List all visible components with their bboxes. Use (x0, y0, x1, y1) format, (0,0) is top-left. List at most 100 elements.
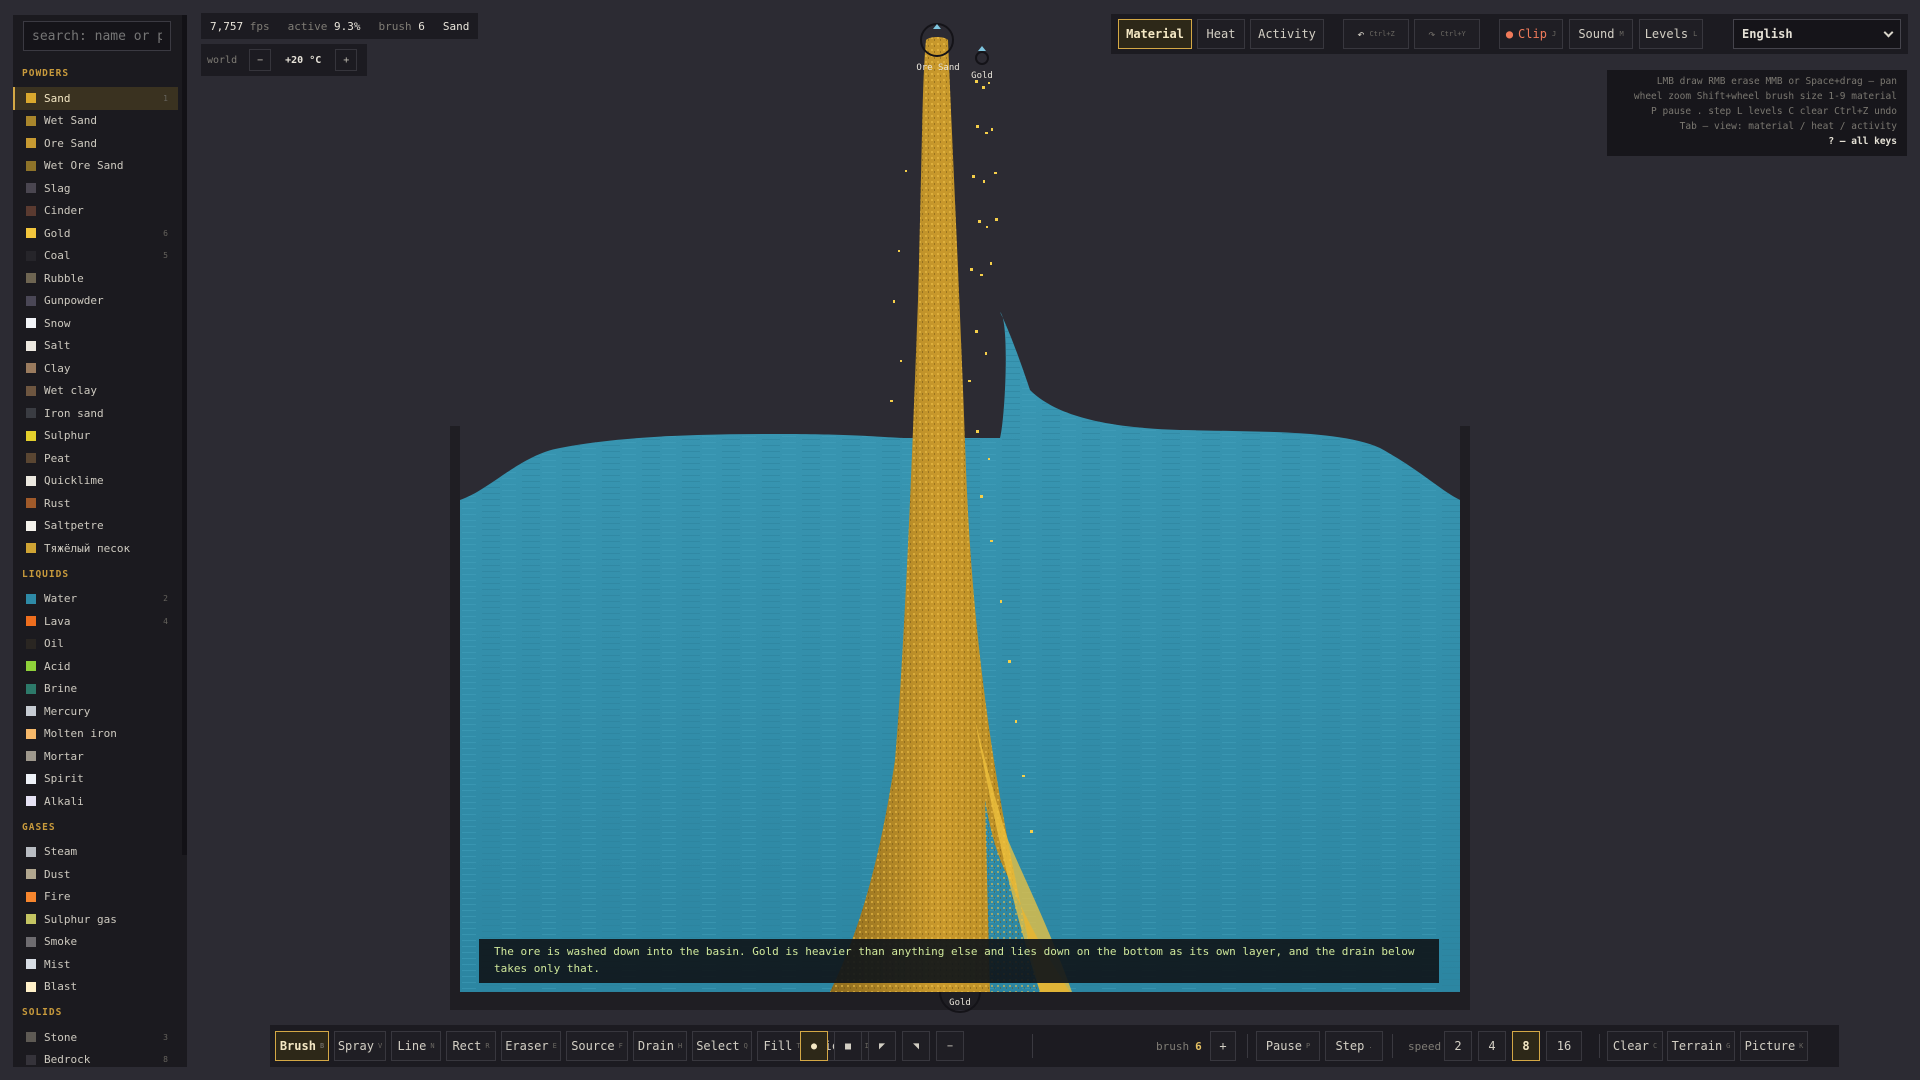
tool-toolbar: Brush B Spray V Line N Rect R Eraser E Source F Drai… (270, 1025, 1839, 1067)
material-name: Тяжёлый песок (44, 541, 131, 555)
material-item[interactable]: Wet Ore Sand (13, 155, 178, 178)
material-name: Smoke (44, 935, 78, 949)
picture-button[interactable]: Picture K (1740, 1031, 1808, 1061)
material-item[interactable]: Steam (13, 841, 178, 864)
clear-button[interactable]: Clear C (1607, 1031, 1663, 1061)
material-item[interactable]: Alkali (13, 790, 178, 813)
square-brush-icon[interactable]: ■ (834, 1031, 862, 1061)
sound-button[interactable]: Sound M (1569, 19, 1633, 49)
material-item[interactable]: Wet clay (13, 380, 178, 403)
material-swatch (26, 543, 36, 554)
tool-hotkey: B (319, 1042, 325, 1050)
water-body (460, 312, 1460, 992)
material-name: Mortar (44, 749, 84, 763)
material-item[interactable]: Ore Sand (13, 132, 178, 155)
step-button[interactable]: Step. (1325, 1031, 1383, 1061)
material-item[interactable]: Wet Sand (13, 110, 178, 133)
simulation-canvas[interactable] (0, 0, 1920, 1080)
view-heat-label: Heat (1206, 27, 1236, 41)
material-item[interactable]: Bedrock 8 (13, 1049, 178, 1068)
material-item[interactable]: Fire (13, 886, 178, 909)
material-item[interactable]: Oil (13, 633, 178, 656)
material-item[interactable]: Peat (13, 447, 178, 470)
material-item[interactable]: Salt (13, 335, 178, 358)
material-item[interactable]: Blast (13, 976, 178, 999)
material-item[interactable]: Molten iron (13, 723, 178, 746)
material-item[interactable]: Mist (13, 953, 178, 976)
temperature-value: +20 °C (285, 54, 322, 66)
material-item[interactable]: Sulphur (13, 425, 178, 448)
material-item[interactable]: Gunpowder (13, 290, 178, 313)
material-item[interactable]: Snow (13, 312, 178, 335)
material-name: Gold (44, 226, 71, 240)
material-item[interactable]: Brine (13, 678, 178, 701)
view-activity-button[interactable]: Activity (1250, 19, 1324, 49)
tool-select-button[interactable]: Select Q (692, 1031, 752, 1061)
material-swatch (26, 205, 36, 216)
material-item[interactable]: Acid (13, 655, 178, 678)
brush-size-increase-button[interactable]: + (1210, 1031, 1236, 1061)
speed-option[interactable]: 8 (1512, 1031, 1540, 1061)
redo-button[interactable]: ↷ Ctrl+Y (1414, 19, 1480, 49)
material-item[interactable]: Mercury (13, 700, 178, 723)
material-item[interactable]: Sand 1 (13, 87, 178, 110)
view-heat-button[interactable]: Heat (1197, 19, 1245, 49)
language-select[interactable]: English (1733, 19, 1901, 49)
clip-key: J (1551, 30, 1557, 38)
corner-right-brush-icon[interactable]: ◥ (902, 1031, 930, 1061)
material-item[interactable]: Slag (13, 177, 178, 200)
material-item[interactable]: Cinder (13, 200, 178, 223)
material-item[interactable]: Clay (13, 357, 178, 380)
material-name: Salt (44, 339, 71, 353)
search-input[interactable] (23, 21, 171, 51)
source-ore-marker[interactable] (920, 23, 954, 57)
material-item[interactable]: Тяжёлый песок (13, 537, 178, 560)
material-item[interactable]: Mortar (13, 745, 178, 768)
help-all-keys[interactable]: ? — all keys (1617, 134, 1897, 149)
material-swatch (26, 936, 36, 947)
material-item[interactable]: Quicklime (13, 470, 178, 493)
material-item[interactable]: Dust (13, 863, 178, 886)
tool-drain-button[interactable]: Drain H (633, 1031, 687, 1061)
clip-button[interactable]: ● Clip J (1499, 19, 1563, 49)
terrain-button[interactable]: Terrain G (1667, 1031, 1735, 1061)
material-item[interactable]: Stone 3 (13, 1026, 178, 1049)
material-item[interactable]: Sulphur gas (13, 908, 178, 931)
undo-button[interactable]: ↶ Ctrl+Z (1343, 19, 1409, 49)
speed-option[interactable]: 2 (1444, 1031, 1472, 1061)
help-line: LMB draw RMB erase MMB or Space+drag — p… (1656, 76, 1897, 87)
material-item[interactable]: Rust (13, 492, 178, 515)
tool-rect-button[interactable]: Rect R (446, 1031, 496, 1061)
material-name: Sand (44, 91, 71, 105)
tool-spray-button[interactable]: Spray V (334, 1031, 386, 1061)
material-item[interactable]: Water 2 (13, 588, 178, 611)
view-activity-label: Activity (1258, 27, 1316, 41)
material-item[interactable]: Saltpetre (13, 515, 178, 538)
tool-source-button[interactable]: Source F (566, 1031, 628, 1061)
material-item[interactable]: Coal 5 (13, 245, 178, 268)
speed-option[interactable]: 4 (1478, 1031, 1506, 1061)
material-item[interactable]: Lava 4 (13, 610, 178, 633)
source-gold-marker[interactable] (975, 46, 989, 65)
temperature-increase-button[interactable]: + (335, 49, 358, 71)
tool-hotkey: E (552, 1042, 557, 1050)
material-item[interactable]: Rubble (13, 267, 178, 290)
levels-label: Levels (1644, 27, 1689, 41)
corner-left-brush-icon[interactable]: ◤ (868, 1031, 896, 1061)
tool-line-button[interactable]: Line N (391, 1031, 441, 1061)
sidebar-scrollbar[interactable] (182, 15, 187, 855)
speed-option[interactable]: 16 (1546, 1031, 1582, 1061)
tool-eraser-button[interactable]: Eraser E (501, 1031, 561, 1061)
view-material-button[interactable]: Material (1118, 19, 1192, 49)
tool-brush-button[interactable]: Brush B (275, 1031, 329, 1061)
brush-size-decrease-button[interactable]: − (936, 1031, 964, 1061)
material-item[interactable]: Gold 6 (13, 222, 178, 245)
terrain-label: Terrain (1671, 1039, 1723, 1053)
material-item[interactable]: Spirit (13, 768, 178, 791)
circle-brush-icon[interactable]: ● (800, 1031, 828, 1061)
material-item[interactable]: Smoke (13, 931, 178, 954)
pause-button[interactable]: Pause P (1256, 1031, 1320, 1061)
temperature-decrease-button[interactable]: − (249, 49, 272, 71)
levels-button[interactable]: Levels L (1639, 19, 1703, 49)
material-item[interactable]: Iron sand (13, 402, 178, 425)
